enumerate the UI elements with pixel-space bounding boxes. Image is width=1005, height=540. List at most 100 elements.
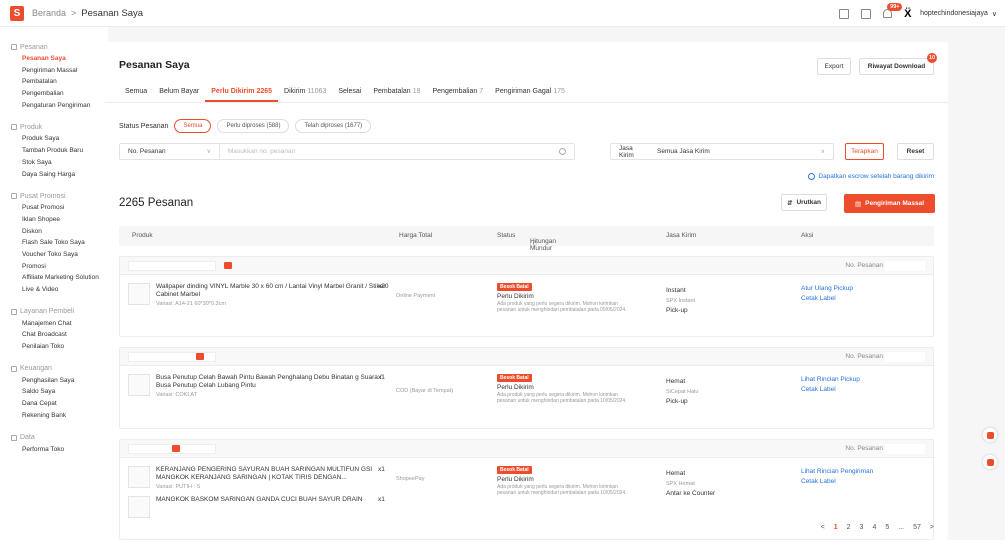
user-avatar-icon: Ẍ	[904, 7, 912, 20]
product-thumbnail[interactable]	[128, 374, 150, 396]
col-total-price: Harga Total	[399, 232, 433, 239]
status-pill-processed[interactable]: Telah diproses (1677)	[295, 119, 372, 133]
escrow-link[interactable]: Dapatkan escrow setelah barang dikirim	[808, 173, 934, 180]
sidebar-item[interactable]: Dana Cepat	[0, 398, 108, 410]
sidebar-item[interactable]: Performa Toko	[0, 444, 108, 456]
chat-float-button[interactable]	[983, 455, 997, 469]
primary-action-link[interactable]: Lihat Rincian Pickup	[801, 375, 860, 385]
jasa-kirim-select[interactable]: Semua Jasa Kirim	[657, 148, 821, 155]
sidebar-group-title[interactable]: Data	[0, 432, 108, 444]
sidebar-group-title[interactable]: Keuangan	[0, 363, 108, 375]
print-label-link[interactable]: Cetak Label	[801, 477, 873, 487]
sidebar-item[interactable]: Rekening Bank	[0, 410, 108, 422]
riwayat-download-button[interactable]: Riwayat Download 10	[859, 53, 937, 75]
order-header: No. Pesanan	[120, 348, 933, 366]
book-icon[interactable]	[861, 8, 872, 19]
page-button[interactable]: 57	[913, 524, 921, 531]
courier-service: SPX Hemat	[666, 481, 695, 487]
tab-pengiriman-gagal[interactable]: Pengiriman Gagal 175	[489, 82, 571, 102]
sidebar-item[interactable]: Pengiriman Massal	[0, 65, 108, 77]
print-label-link[interactable]: Cetak Label	[801, 294, 853, 304]
export-button[interactable]: Export	[817, 58, 851, 75]
grid-icon[interactable]	[839, 8, 850, 19]
sidebar-item[interactable]: Tambah Produk Baru	[0, 145, 108, 157]
sidebar-item[interactable]: Stok Saya	[0, 157, 108, 169]
jasa-kirim-label: Jasa Kirim	[619, 144, 634, 159]
sidebar-item[interactable]: Live & Video	[0, 284, 108, 296]
primary-action-link[interactable]: Atur Ulang Pickup	[801, 284, 853, 294]
mass-ship-button[interactable]: ▤ Pengiriman Massal	[844, 194, 935, 213]
shopee-logo[interactable]: S	[10, 5, 24, 21]
chat-icon[interactable]	[172, 445, 180, 452]
buyer-name[interactable]	[128, 261, 216, 271]
sidebar-item[interactable]: Diskon	[0, 226, 108, 238]
courier-type: Instant	[666, 287, 686, 294]
tab-perlu-dikirim[interactable]: Perlu Dikirim 2265	[205, 82, 279, 102]
tab-label: Semua	[125, 88, 148, 95]
sidebar-item[interactable]: Daya Saing Harga	[0, 169, 108, 181]
tab-pembatalan[interactable]: Pembatalan 18	[367, 82, 426, 102]
cancel-warning-badge: Besok Batal	[497, 466, 532, 474]
product-name: Busa Penutup Celah Bawah Pintu Bawah Pen…	[156, 374, 382, 389]
product-thumbnail[interactable]	[128, 496, 150, 518]
next-page-button[interactable]: >	[930, 524, 934, 531]
sidebar-group-label: Layanan Pembeli	[20, 308, 75, 316]
sidebar-item[interactable]: Pengembalian	[0, 88, 108, 100]
sidebar-item[interactable]: Penilaian Toko	[0, 341, 108, 353]
sort-button[interactable]: ⇵ Urutkan	[781, 194, 827, 211]
page-button[interactable]: 2	[847, 524, 851, 531]
tab-semua[interactable]: Semua	[119, 82, 153, 102]
apply-button[interactable]: Terapkan	[845, 143, 884, 160]
sidebar-item[interactable]: Pusat Promosi	[0, 202, 108, 214]
sidebar-item[interactable]: Pengaturan Pengiriman	[0, 100, 108, 112]
sidebar-item[interactable]: Promosi	[0, 261, 108, 273]
status-pill-all[interactable]: Semua	[174, 119, 212, 133]
tab-label: Pembatalan	[373, 88, 411, 95]
prev-page-button[interactable]: <	[821, 524, 825, 531]
search-input[interactable]: Masukkan no. pesanan	[220, 148, 559, 155]
jasa-kirim-filter: Jasa Kirim Semua Jasa Kirim ∨	[610, 143, 834, 160]
sidebar-group-title[interactable]: Pusat Promosi	[0, 190, 108, 202]
chat-icon[interactable]	[224, 262, 232, 269]
sidebar-item[interactable]: Pesanan Saya	[0, 53, 108, 65]
sidebar-item[interactable]: Chat Broadcast	[0, 329, 108, 341]
bell-icon[interactable]: 99+	[883, 3, 903, 18]
reset-button[interactable]: Reset	[897, 143, 934, 160]
tab-pengembalian[interactable]: Pengembalian 7	[427, 82, 490, 102]
sidebar-item[interactable]: Pembatalan	[0, 76, 108, 88]
sidebar-item[interactable]: Saldo Saya	[0, 386, 108, 398]
chat-icon[interactable]	[196, 353, 204, 360]
help-float-button[interactable]	[983, 428, 997, 442]
tab-selesai[interactable]: Selesai	[332, 82, 367, 102]
sidebar-item[interactable]: Iklan Shopee	[0, 214, 108, 226]
product-thumbnail[interactable]	[128, 466, 150, 488]
breadcrumb-current: Pesanan Saya	[81, 7, 144, 19]
sidebar-item[interactable]: Affiliate Marketing Solution	[0, 272, 108, 284]
status-pill-to-process[interactable]: Perlu diproses (588)	[217, 119, 290, 133]
page-button[interactable]: 5	[885, 524, 889, 531]
print-label-link[interactable]: Cetak Label	[801, 385, 860, 395]
top-bar: S Beranda > Pesanan Saya 99+ Ẍ hoptechin…	[0, 0, 1005, 27]
page-button[interactable]: 4	[872, 524, 876, 531]
sidebar-item[interactable]: Penghasilan Saya	[0, 375, 108, 387]
user-menu[interactable]: Ẍ hoptechindonesiajaya ∨	[904, 8, 997, 20]
sidebar-group-title[interactable]: Produk	[0, 121, 108, 133]
search-field-select[interactable]: No. Pesanan ∨	[120, 144, 220, 159]
box-icon	[11, 124, 17, 131]
product-thumbnail[interactable]	[128, 283, 150, 305]
search-icon[interactable]	[559, 148, 566, 155]
sidebar-group-title[interactable]: Pesanan	[0, 41, 108, 53]
primary-action-link[interactable]: Lihat Rincian Pengiriman	[801, 467, 873, 477]
page-button[interactable]: 3	[860, 524, 864, 531]
page-button[interactable]: 1	[834, 524, 838, 531]
sidebar-group-title[interactable]: Layanan Pembeli	[0, 306, 108, 318]
payment-method: Online Payment	[396, 293, 436, 299]
sidebar-item[interactable]: Manajemen Chat	[0, 318, 108, 330]
sidebar-item[interactable]: Flash Sale Toko Saya	[0, 237, 108, 249]
sidebar-item[interactable]: Voucher Toko Saya	[0, 249, 108, 261]
courier-method: Pick-up	[666, 307, 688, 314]
sidebar-item[interactable]: Produk Saya	[0, 133, 108, 145]
tab-belum-bayar[interactable]: Belum Bayar	[153, 82, 205, 102]
tab-dikirim[interactable]: Dikirim 11063	[278, 82, 332, 102]
breadcrumb-home[interactable]: Beranda	[32, 8, 66, 18]
